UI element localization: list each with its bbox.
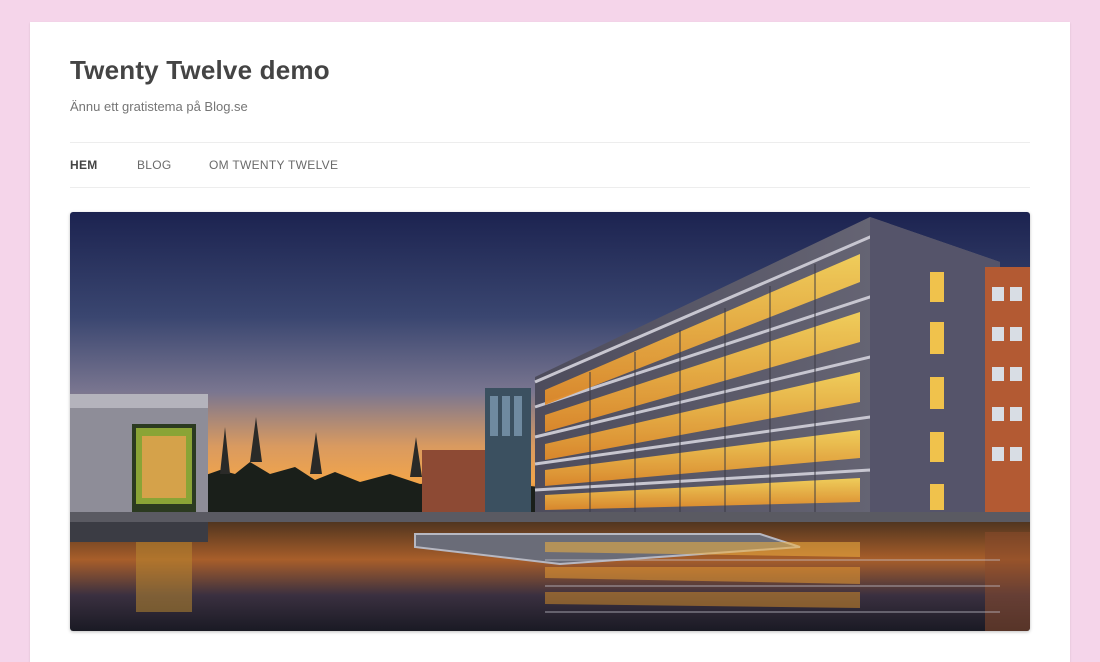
page-container: Twenty Twelve demo Ännu ett gratistema p… [30, 22, 1070, 662]
nav-item-blog[interactable]: Blog [137, 143, 172, 187]
nav-item-om-twenty-twelve[interactable]: Om Twenty Twelve [209, 143, 338, 187]
site-title[interactable]: Twenty Twelve demo [70, 53, 330, 87]
site-description: Ännu ett gratistema på Blog.se [70, 99, 248, 114]
main-navigation: Hem Blog Om Twenty Twelve [70, 142, 1030, 188]
header-photo [70, 212, 1030, 631]
header-image[interactable] [70, 212, 1030, 631]
nav-item-hem[interactable]: Hem [70, 143, 98, 187]
